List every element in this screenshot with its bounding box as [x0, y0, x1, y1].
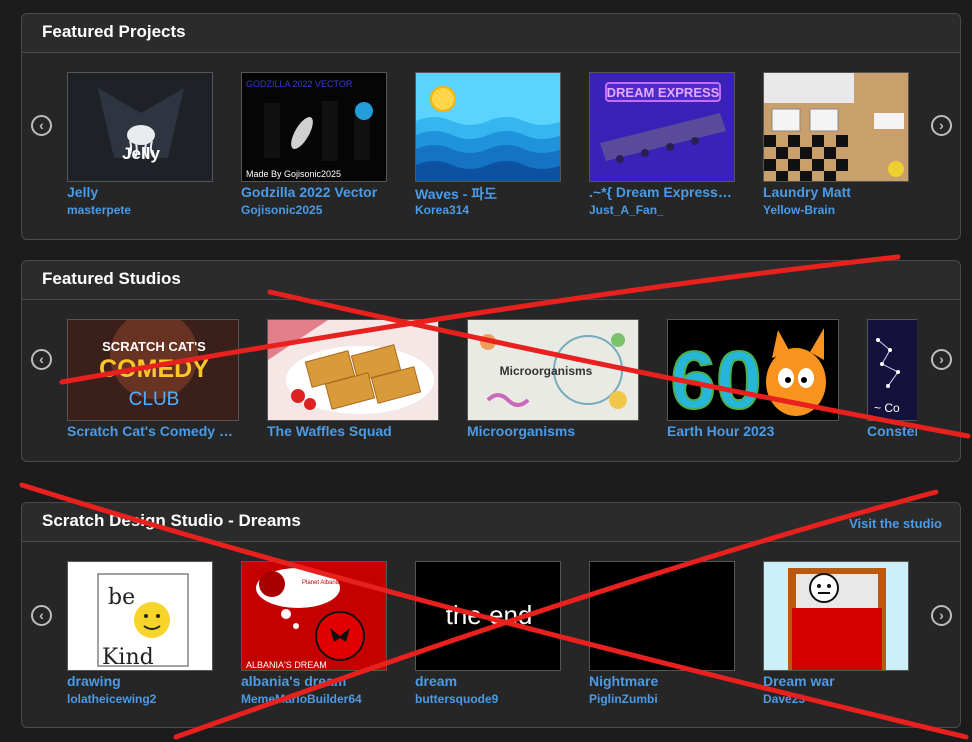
design-studio-panel: Scratch Design Studio - Dreams Visit the…: [21, 502, 961, 728]
studio-thumbnail[interactable]: 60: [667, 319, 839, 421]
featured-projects-panel: Featured Projects ‹ › Jelly Jelly master…: [21, 13, 961, 240]
thumb-text: GODZILLA 2022 VECTOR: [246, 79, 353, 89]
thumb-text: COMEDY: [99, 355, 209, 383]
studio-tile[interactable]: ~ Co Constellations: [867, 319, 917, 449]
studio-title[interactable]: The Waffles Squad: [267, 423, 435, 439]
thumb-text: DREAM EXPRESS: [607, 85, 720, 100]
studio-thumbnail[interactable]: SCRATCH CAT'S COMEDY CLUB: [67, 319, 239, 421]
thumb-text: SCRATCH CAT'S: [102, 339, 206, 354]
project-thumbnail[interactable]: [763, 72, 909, 182]
project-author[interactable]: MemeMarioBuilder64: [241, 692, 362, 706]
project-thumbnail[interactable]: the end: [415, 561, 561, 671]
prev-arrow-icon[interactable]: ‹: [31, 605, 52, 626]
featured-projects-title: Featured Projects: [42, 22, 186, 41]
project-thumbnail[interactable]: Planet Albania ALBANIA'S DREAM: [241, 561, 387, 671]
thumb-text: the end: [446, 600, 533, 630]
project-author[interactable]: Yellow-Brain: [763, 203, 835, 217]
prev-arrow-icon[interactable]: ‹: [31, 115, 52, 136]
project-author[interactable]: lolatheicewing2: [67, 692, 156, 706]
thumb-text: Microorganisms: [500, 364, 593, 378]
project-title[interactable]: Jelly: [67, 184, 213, 200]
thumb-text: Planet Albania: [302, 580, 341, 586]
project-title[interactable]: drawing: [67, 673, 213, 689]
next-arrow-icon[interactable]: ›: [931, 605, 952, 626]
project-thumbnail[interactable]: [763, 561, 909, 671]
project-author[interactable]: Korea314: [415, 203, 469, 217]
studio-thumbnail[interactable]: Microorganisms: [467, 319, 639, 421]
thumb-text: Made By Gojisonic2025: [246, 169, 341, 179]
design-studio-title: Scratch Design Studio - Dreams: [42, 511, 301, 530]
featured-studios-title: Featured Studios: [42, 269, 181, 288]
prev-arrow-icon[interactable]: ‹: [31, 349, 52, 370]
studio-title[interactable]: Microorganisms: [467, 423, 635, 439]
featured-studios-header: Featured Studios: [22, 261, 960, 300]
thumb-text: Kind: [102, 645, 154, 670]
thumb-text: 60: [670, 335, 761, 421]
project-thumbnail[interactable]: DREAM EXPRESS: [589, 72, 735, 182]
project-thumbnail[interactable]: Jelly: [67, 72, 213, 182]
project-title[interactable]: Laundry Matt: [763, 184, 903, 200]
studio-title[interactable]: Scratch Cat's Comedy Club: [67, 423, 235, 439]
studio-thumbnail[interactable]: [267, 319, 439, 421]
featured-projects-header: Featured Projects: [22, 14, 960, 53]
project-thumbnail[interactable]: [589, 561, 735, 671]
thumb-text: ALBANIA'S DREAM: [246, 660, 327, 670]
studio-title[interactable]: Earth Hour 2023: [667, 423, 835, 439]
thumb-text: Jelly: [122, 144, 160, 163]
featured-studios-panel: Featured Studios ‹ › SCRATCH CAT'S COMED…: [21, 260, 961, 462]
project-title[interactable]: albania's dream: [241, 673, 387, 689]
project-title[interactable]: .~*{ Dream Express }*~.: [589, 184, 735, 200]
project-thumbnail[interactable]: GODZILLA 2022 VECTOR Made By Gojisonic20…: [241, 72, 387, 182]
project-title[interactable]: Godzilla 2022 Vector: [241, 184, 391, 200]
thumb-text: be: [108, 585, 135, 610]
project-author[interactable]: Just_A_Fan_: [589, 203, 664, 217]
project-author[interactable]: Dave23: [763, 692, 805, 706]
project-author[interactable]: buttersquode9: [415, 692, 498, 706]
next-arrow-icon[interactable]: ›: [931, 349, 952, 370]
project-title[interactable]: Waves - 파도: [415, 184, 561, 204]
project-title[interactable]: Nightmare: [589, 673, 735, 689]
next-arrow-icon[interactable]: ›: [931, 115, 952, 136]
studio-title[interactable]: Constellations: [867, 423, 917, 439]
thumb-text: CLUB: [129, 389, 180, 410]
studio-thumbnail[interactable]: ~ Co: [867, 319, 917, 421]
project-thumbnail[interactable]: be Kind: [67, 561, 213, 671]
thumb-text: ~ Co: [874, 401, 900, 415]
project-author[interactable]: masterpete: [67, 203, 131, 217]
design-studio-header: Scratch Design Studio - Dreams Visit the…: [22, 503, 960, 542]
project-title[interactable]: dream: [415, 673, 561, 689]
project-author[interactable]: Gojisonic2025: [241, 203, 322, 217]
project-thumbnail[interactable]: [415, 72, 561, 182]
project-author[interactable]: PiglinZumbi: [589, 692, 658, 706]
visit-studio-link[interactable]: Visit the studio: [849, 516, 942, 531]
project-title[interactable]: Dream war: [763, 673, 909, 689]
